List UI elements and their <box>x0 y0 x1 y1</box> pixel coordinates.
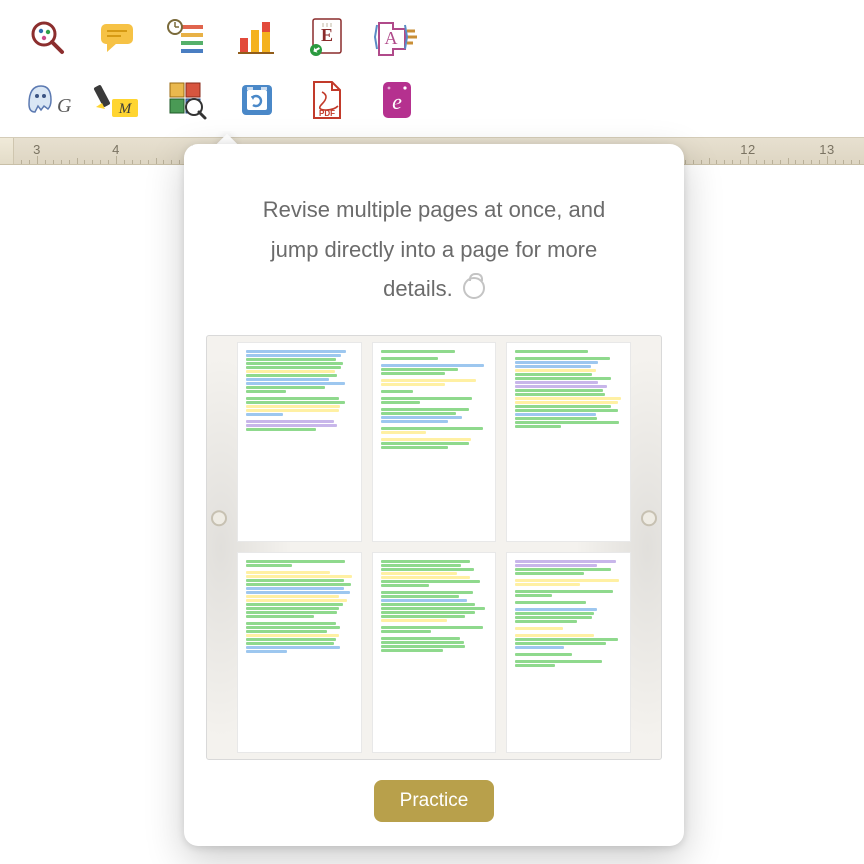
svg-text:PDF: PDF <box>319 109 335 118</box>
epub-export-icon[interactable]: e <box>378 81 416 119</box>
ruler-number: 3 <box>33 142 41 157</box>
pages-review-popover: Revise multiple pages at once, and jump … <box>184 144 684 846</box>
svg-text:M: M <box>118 101 133 117</box>
document-sync-icon[interactable] <box>238 81 276 119</box>
svg-text:A: A <box>385 28 398 48</box>
bar-chart-icon[interactable] <box>238 18 276 56</box>
preview-page[interactable] <box>372 342 497 543</box>
preview-page[interactable] <box>237 342 362 543</box>
preview-page[interactable] <box>506 342 631 543</box>
ring-icon <box>463 277 485 299</box>
pdf-export-icon[interactable]: PDF <box>308 81 346 119</box>
export-etsy-icon[interactable]: E <box>308 18 346 56</box>
clock-notes-icon[interactable] <box>168 18 206 56</box>
preview-page[interactable] <box>237 552 362 753</box>
preview-page[interactable] <box>372 552 497 753</box>
preview-page[interactable] <box>506 552 631 753</box>
toolbar: E A G M PDF e <box>0 0 864 137</box>
preview-nav-left[interactable] <box>211 510 227 526</box>
toolbar-row-2: G M PDF e <box>28 81 864 119</box>
ghost-grammar-icon[interactable]: G <box>28 81 66 119</box>
svg-text:e: e <box>392 89 402 114</box>
popover-arrow <box>212 131 242 145</box>
highlight-marker-icon[interactable]: M <box>98 81 136 119</box>
magnifier-palette-icon[interactable] <box>28 18 66 56</box>
ruler-number: 13 <box>819 142 834 157</box>
font-inspector-icon[interactable]: A <box>378 18 416 56</box>
preview-nav-right[interactable] <box>641 510 657 526</box>
popover-description: Revise multiple pages at once, and jump … <box>206 190 662 309</box>
pages-preview <box>206 335 662 760</box>
pages-review-icon[interactable] <box>168 81 206 119</box>
svg-text:G: G <box>57 95 72 117</box>
toolbar-row-1: E A <box>28 18 864 56</box>
practice-button[interactable]: Practice <box>374 780 495 822</box>
ruler-number: 12 <box>740 142 755 157</box>
ruler-number: 4 <box>112 142 120 157</box>
svg-text:E: E <box>321 25 333 45</box>
comment-bubble-icon[interactable] <box>98 18 136 56</box>
